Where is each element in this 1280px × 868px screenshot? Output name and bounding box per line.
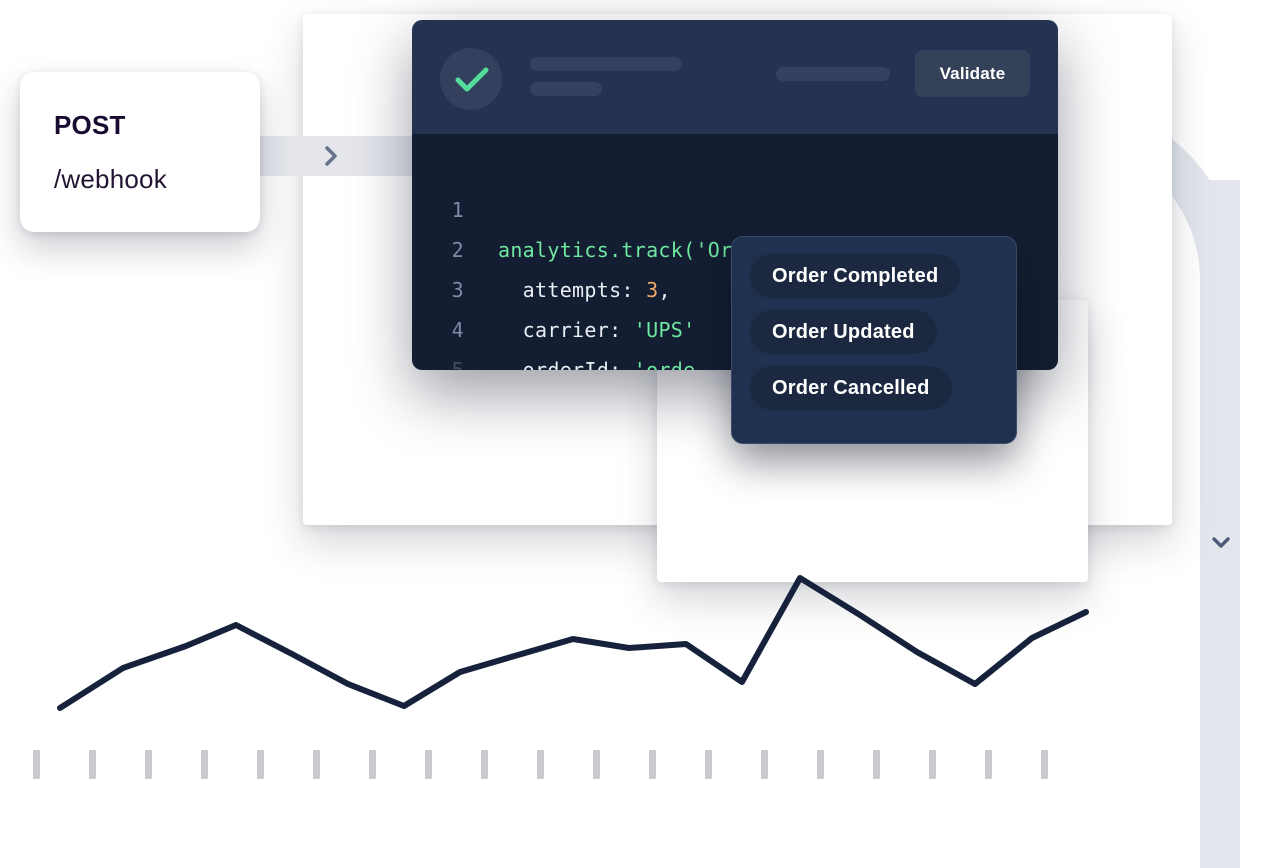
code-token: , bbox=[658, 278, 671, 302]
code-token: 3 bbox=[646, 278, 659, 302]
chart-line-svg bbox=[57, 575, 1089, 711]
chart-tick bbox=[649, 750, 656, 779]
code-text: orderId: 'orde bbox=[498, 350, 696, 370]
chevron-right-icon[interactable] bbox=[318, 142, 344, 170]
autocomplete-option-order-cancelled[interactable]: Order Cancelled bbox=[750, 366, 952, 410]
code-token: attempts: bbox=[498, 278, 647, 302]
autocomplete-option-order-updated[interactable]: Order Updated bbox=[750, 310, 937, 354]
code-line: 3 carrier: 'UPS' bbox=[412, 230, 696, 342]
chart-tick-row bbox=[0, 750, 1180, 780]
connector-vertical-track bbox=[1200, 180, 1240, 868]
line-number: 5 bbox=[451, 358, 464, 370]
chart-tick bbox=[1041, 750, 1048, 779]
code-text: attempts: 3, bbox=[498, 270, 671, 310]
validate-button[interactable]: Validate bbox=[915, 50, 1030, 97]
post-webhook-card[interactable]: POST /webhook bbox=[20, 72, 260, 232]
code-token: orderId: bbox=[498, 358, 634, 370]
editor-header: Validate bbox=[412, 20, 1058, 134]
chart-tick bbox=[313, 750, 320, 779]
chart-tick bbox=[89, 750, 96, 779]
code-token: analytics.track( bbox=[498, 238, 696, 262]
skeleton-bar-title bbox=[530, 57, 682, 71]
chart-tick bbox=[929, 750, 936, 779]
code-token: 'orde bbox=[633, 358, 696, 370]
code-line: 2 attempts: 3, bbox=[412, 190, 671, 302]
autocomplete-dropdown[interactable]: Order Completed Order Updated Order Canc… bbox=[731, 236, 1017, 444]
chart-tick bbox=[593, 750, 600, 779]
scene-root: POST /webhook Validate 1 analytics.track… bbox=[0, 0, 1280, 868]
chart-tick bbox=[537, 750, 544, 779]
chart-tick bbox=[201, 750, 208, 779]
chart-tick bbox=[761, 750, 768, 779]
skeleton-bar-meta bbox=[776, 67, 890, 81]
chevron-down-icon[interactable] bbox=[1208, 530, 1234, 556]
code-text: carrier: 'UPS' bbox=[498, 310, 696, 350]
chart-tick bbox=[985, 750, 992, 779]
chart-tick bbox=[817, 750, 824, 779]
chart-tick bbox=[425, 750, 432, 779]
code-line: 4 orderId: 'orde bbox=[412, 270, 696, 370]
code-line: 5 revenue: 439.84 bbox=[412, 310, 511, 370]
chart-tick bbox=[481, 750, 488, 779]
code-token: carrier: bbox=[498, 318, 634, 342]
chart-tick bbox=[705, 750, 712, 779]
chart-tick bbox=[145, 750, 152, 779]
check-icon bbox=[440, 48, 502, 110]
endpoint-path-label: /webhook bbox=[54, 164, 167, 194]
skeleton-bar-subtitle bbox=[530, 82, 602, 96]
chart-tick bbox=[369, 750, 376, 779]
chart-tick bbox=[873, 750, 880, 779]
chart-tick bbox=[257, 750, 264, 779]
http-method-label: POST bbox=[54, 110, 126, 140]
analytics-chart bbox=[0, 560, 1180, 860]
code-token: 'UPS' bbox=[633, 318, 696, 342]
code-line: 1 analytics.track('Ord , { bbox=[412, 150, 794, 262]
autocomplete-option-order-completed[interactable]: Order Completed bbox=[750, 254, 961, 298]
chart-tick bbox=[33, 750, 40, 779]
